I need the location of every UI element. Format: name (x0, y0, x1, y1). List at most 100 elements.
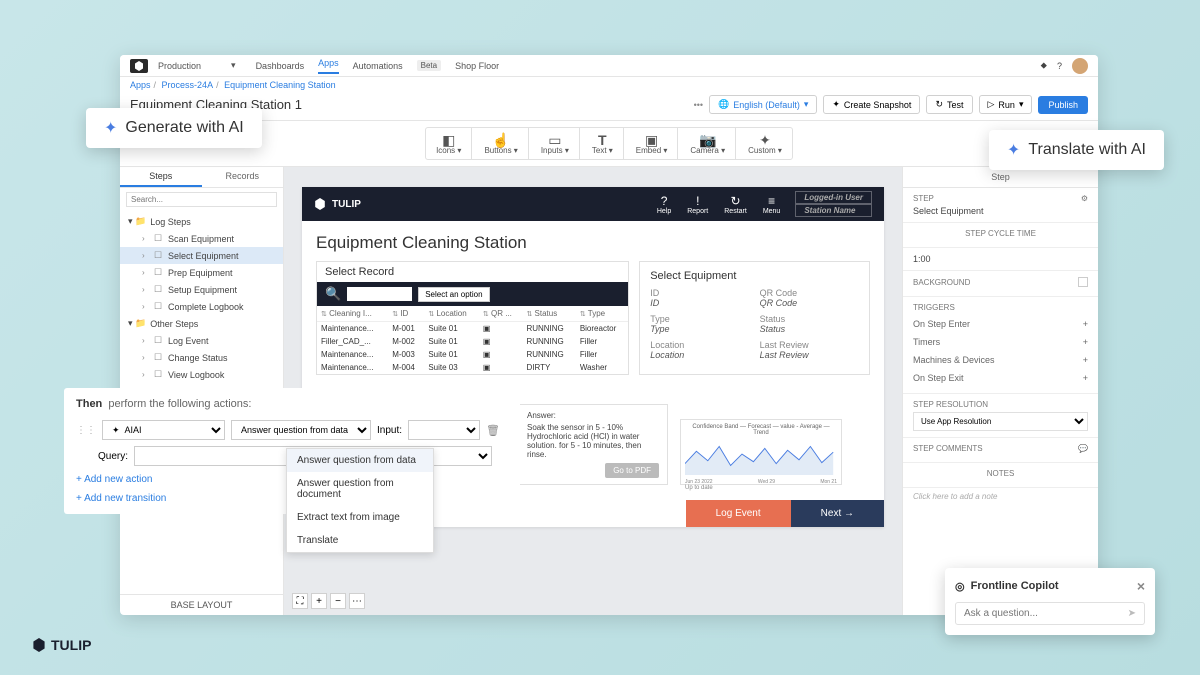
sim-step-title: Equipment Cleaning Station (302, 221, 884, 261)
step-scan-equipment[interactable]: ›☐Scan Equipment (120, 230, 283, 247)
select-option-button[interactable]: Select an option (418, 287, 489, 302)
answer-panel: Answer: Soak the sensor in 5 - 10% Hydro… (518, 404, 668, 485)
next-button[interactable]: Next → (791, 500, 884, 527)
sim-help-icon[interactable]: ?Help (652, 194, 676, 215)
nav-dashboards[interactable]: Dashboards (256, 61, 305, 71)
top-nav: Dashboards Apps Automations Beta Shop Fl… (256, 58, 500, 74)
table-row[interactable]: Maintenance...M-003Suite 01▣RUNNINGFille… (317, 348, 628, 361)
tool-camera[interactable]: 📷Camera ▾ (680, 128, 736, 159)
select-record-panel: Select Record 🔍 Select an option ⇅ Clean… (316, 261, 629, 375)
topbar-right: ⬥ ? (1041, 58, 1088, 74)
zoom-fit-icon[interactable]: ⛶ (292, 593, 308, 609)
send-icon[interactable]: ➤ (1128, 608, 1136, 619)
step-setup-equipment[interactable]: ›☐Setup Equipment (120, 281, 283, 298)
tool-custom[interactable]: ✦Custom ▾ (738, 128, 792, 159)
tab-steps[interactable]: Steps (120, 167, 202, 187)
tab-records[interactable]: Records (202, 167, 284, 187)
help-icon[interactable]: ? (1057, 61, 1062, 71)
breadcrumb: Apps/ Process-24A/ Equipment Cleaning St… (120, 77, 1098, 93)
translate-with-ai-callout[interactable]: ✦ Translate with AI (989, 130, 1164, 170)
trigger-on-step-enter[interactable]: On Step Enter+ (913, 315, 1088, 333)
avatar[interactable] (1072, 58, 1088, 74)
nav-apps[interactable]: Apps (318, 58, 339, 74)
sim-menu-icon[interactable]: ≡Menu (758, 194, 786, 215)
resolution-select[interactable]: Use App Resolution (913, 412, 1088, 431)
run-button[interactable]: ▷ Run ▾ (979, 95, 1033, 114)
environment-select[interactable]: Production▾ (158, 60, 236, 71)
test-button[interactable]: ↻ Test (926, 95, 972, 114)
group-log-steps[interactable]: ▾ 📁 Log Steps (120, 213, 283, 230)
crumb-apps[interactable]: Apps (130, 80, 151, 90)
ai-action-dropdown: Answer question from data Answer questio… (286, 448, 434, 553)
table-row[interactable]: Maintenance...M-001Suite 01▣RUNNINGBiore… (317, 322, 628, 336)
more-menu[interactable]: ••• (694, 100, 703, 110)
copilot-input[interactable] (964, 608, 1128, 619)
tool-buttons[interactable]: ☝Buttons ▾ (474, 128, 528, 159)
table-row[interactable]: Filler_CAD_...M-002Suite 01▣RUNNINGFille… (317, 335, 628, 348)
notes-field[interactable]: Click here to add a note (903, 488, 1098, 505)
sim-restart-icon[interactable]: ↻Restart (719, 194, 752, 215)
gear-icon[interactable]: ⚙ (1081, 194, 1088, 203)
background-checkbox[interactable] (1078, 277, 1088, 287)
trigger-machines[interactable]: Machines & Devices+ (913, 351, 1088, 369)
answer-text: Soak the sensor in 5 - 10% Hydrochloric … (527, 423, 659, 459)
trigger-action-panel: Then perform the following actions: ⋮⋮ ✦… (64, 388, 520, 514)
nav-shopfloor[interactable]: Shop Floor (455, 61, 499, 71)
option-answer-document[interactable]: Answer question from document (287, 472, 433, 506)
action-type-select[interactable]: ✦ AIAI (102, 420, 225, 440)
step-log-event[interactable]: ›☐Log Event (120, 332, 283, 349)
search-icon[interactable]: 🔍 (325, 286, 341, 302)
step-prep-equipment[interactable]: ›☐Prep Equipment (120, 264, 283, 281)
zoom-out-icon[interactable]: − (330, 593, 346, 609)
sim-report-icon[interactable]: !Report (682, 194, 713, 215)
station-name: Station Name (795, 204, 872, 217)
go-to-pdf-button[interactable]: Go to PDF (605, 463, 659, 478)
tool-text[interactable]: TText ▾ (582, 128, 624, 159)
step-change-status[interactable]: ›☐Change Status (120, 349, 283, 366)
tool-inputs[interactable]: ▭Inputs ▾ (531, 128, 580, 159)
nav-automations[interactable]: Automations (353, 61, 403, 71)
steps-search-input[interactable] (126, 192, 277, 207)
tulip-brand-logo: TULIP (32, 637, 91, 653)
drag-handle-icon[interactable]: ⋮⋮ (76, 425, 96, 436)
create-snapshot-button[interactable]: ✦ Create Snapshot (823, 95, 920, 114)
step-view-logbook[interactable]: ›☐View Logbook (120, 366, 283, 383)
zoom-more-icon[interactable]: ⋯ (349, 593, 365, 609)
trash-icon[interactable]: 🗑 (486, 424, 500, 437)
select-equipment-panel: Select Equipment IDIDQR CodeQR CodeTypeT… (639, 261, 870, 375)
tool-embed[interactable]: ▣Embed ▾ (626, 128, 679, 159)
close-icon[interactable]: × (1137, 578, 1145, 594)
option-answer-data[interactable]: Answer question from data (287, 449, 433, 472)
logged-in-user: Logged-in User (795, 191, 872, 204)
records-table[interactable]: ⇅ Cleaning I... ⇅ ID ⇅ Location ⇅ QR ...… (317, 306, 628, 374)
topbar: Production▾ Dashboards Apps Automations … (120, 55, 1098, 77)
option-extract-text[interactable]: Extract text from image (287, 506, 433, 529)
base-layout-button[interactable]: BASE LAYOUT (120, 594, 283, 615)
language-select[interactable]: 🌐 English (Default) ▾ (709, 95, 817, 114)
crumb-station[interactable]: Equipment Cleaning Station (224, 80, 336, 90)
step-complete-logbook[interactable]: ›☐Complete Logbook (120, 298, 283, 315)
group-other-steps[interactable]: ▾ 📁 Other Steps (120, 315, 283, 332)
app-logo (130, 59, 148, 73)
log-event-button[interactable]: Log Event (686, 500, 791, 527)
table-row[interactable]: Maintenance...M-004Suite 03▣DIRTYWasher (317, 361, 628, 374)
right-tab-step[interactable]: Step (903, 167, 1098, 188)
ai-action-select[interactable]: Answer question from data (231, 420, 371, 440)
option-translate[interactable]: Translate (287, 529, 433, 552)
zoom-controls: ⛶ + − ⋯ (292, 593, 365, 609)
publish-button[interactable]: Publish (1038, 96, 1088, 114)
comment-icon[interactable]: 💬 (1078, 444, 1088, 453)
widget-toolbar: ◧Icons ▾ ☝Buttons ▾ ▭Inputs ▾ TText ▾ ▣E… (120, 121, 1098, 167)
sim-header: TULIP ?Help !Report ↻Restart ≡Menu Logge… (302, 187, 884, 221)
trigger-timers[interactable]: Timers+ (913, 333, 1088, 351)
input-select[interactable] (408, 420, 480, 440)
compass-icon[interactable]: ⬥ (1041, 60, 1047, 71)
tool-icons[interactable]: ◧Icons ▾ (426, 128, 472, 159)
record-search-input[interactable] (347, 287, 412, 301)
generate-with-ai-callout[interactable]: ✦ Generate with AI (86, 108, 262, 148)
step-select-equipment[interactable]: ›☐Select Equipment (120, 247, 283, 264)
trigger-on-step-exit[interactable]: On Step Exit+ (913, 369, 1088, 387)
app-window: Production▾ Dashboards Apps Automations … (120, 55, 1098, 615)
zoom-in-icon[interactable]: + (311, 593, 327, 609)
crumb-process[interactable]: Process-24A (162, 80, 214, 90)
